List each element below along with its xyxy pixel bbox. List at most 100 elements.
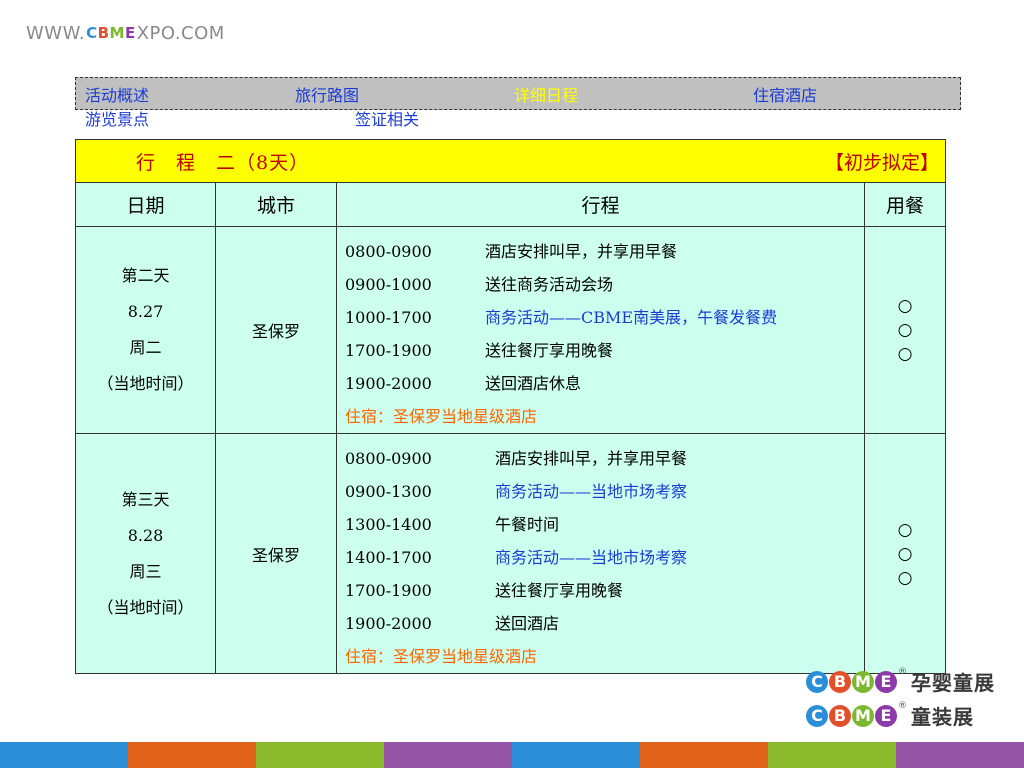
table-row: 第二天 8.27 周二 （当地时间） 圣保罗 0800-0900 酒店安排叫早，并… bbox=[75, 226, 947, 434]
schedule-status: 【初步拟定】 bbox=[825, 151, 940, 174]
schedule-title-cell: 行 程 二（8天） 【初步拟定】 bbox=[74, 139, 947, 183]
color-segment bbox=[256, 742, 384, 768]
itinerary-item: 1700-1900 送往餐厅享用晚餐 bbox=[345, 574, 864, 607]
logo-letter-b: B bbox=[829, 704, 851, 727]
header-meals: 用餐 bbox=[863, 182, 947, 227]
item-time: 1700-1900 bbox=[345, 341, 432, 360]
color-segment bbox=[896, 742, 1024, 768]
itinerary-item: 0800-0900 酒店安排叫早，并享用早餐 bbox=[345, 442, 864, 475]
itinerary-cell: 0800-0900 酒店安排叫早，并享用早餐 0900-1300 商务活动——当地市… bbox=[336, 433, 865, 674]
item-activity-highlight: 商务活动——当地市场考察 bbox=[495, 548, 688, 567]
registered-mark: ® bbox=[898, 701, 907, 711]
nav-link-sightseeing[interactable]: 游览景点 bbox=[85, 111, 149, 129]
itinerary-item: 1000-1700 商务活动——CBME南美展，午餐发餐费 bbox=[345, 301, 864, 334]
item-activity: 送往餐厅享用晚餐 bbox=[485, 341, 614, 360]
itinerary-item: 1900-2000 送回酒店休息 bbox=[345, 367, 864, 400]
brand-letter-b: B bbox=[97, 23, 110, 42]
meal-lunch-mark: ○ bbox=[897, 543, 913, 564]
brand-letter-e: E bbox=[124, 23, 136, 42]
color-segment bbox=[128, 742, 256, 768]
day-label: 第二天 bbox=[121, 266, 170, 285]
site-prefix: WWW. bbox=[26, 22, 86, 44]
item-activity-highlight: 商务活动——CBME南美展，午餐发餐费 bbox=[485, 308, 778, 327]
brand-letter-m: M bbox=[109, 23, 125, 42]
hotel-info: 住宿：圣保罗当地星级酒店 bbox=[345, 407, 538, 426]
nav-link-route-map[interactable]: 旅行路图 bbox=[295, 87, 359, 105]
weekday-label: 周二 bbox=[129, 338, 162, 357]
schedule-title-row: 行 程 二（8天） 【初步拟定】 bbox=[74, 139, 947, 183]
meal-breakfast-mark: ○ bbox=[897, 296, 913, 316]
city-cell: 圣保罗 bbox=[215, 226, 337, 434]
itinerary-item: 0900-1000 送往商务活动会场 bbox=[345, 268, 864, 301]
nav-link-overview[interactable]: 活动概述 bbox=[85, 87, 149, 105]
logo-letter-m: M bbox=[852, 670, 874, 693]
item-time: 1300-1400 bbox=[345, 515, 432, 534]
meal-lunch-mark: ○ bbox=[897, 320, 913, 340]
color-segment bbox=[768, 742, 896, 768]
logo-letter-m: M bbox=[852, 704, 874, 727]
weekday-label: 周三 bbox=[129, 561, 162, 581]
meals-cell: ○ ○ ○ bbox=[863, 226, 947, 434]
date-cell: 第三天 8.28 周三 （当地时间） bbox=[75, 433, 216, 674]
meal-breakfast-mark: ○ bbox=[897, 519, 913, 540]
city-cell: 圣保罗 bbox=[215, 433, 337, 674]
logo-letter-b: B bbox=[829, 670, 851, 693]
itinerary-item: 1700-1900 送往餐厅享用晚餐 bbox=[345, 334, 864, 367]
table-header-row: 日期 城市 行程 用餐 bbox=[75, 182, 947, 227]
item-activity: 酒店安排叫早，并享用早餐 bbox=[495, 449, 688, 468]
header-date: 日期 bbox=[75, 182, 216, 227]
item-activity-highlight: 商务活动——当地市场考察 bbox=[495, 482, 688, 501]
brand-letter-c: C bbox=[86, 23, 98, 42]
table-row: 第三天 8.28 周三 （当地时间） 圣保罗 0800-0900 酒店安排叫早，并… bbox=[75, 433, 947, 674]
item-activity: 送回酒店休息 bbox=[485, 374, 582, 393]
item-time: 1400-1700 bbox=[345, 548, 432, 567]
item-time: 1900-2000 bbox=[345, 374, 432, 393]
item-activity: 午餐时间 bbox=[495, 515, 560, 534]
item-time: 0800-0900 bbox=[345, 242, 432, 261]
meal-dinner-mark: ○ bbox=[897, 344, 913, 364]
nav-link-visa[interactable]: 签证相关 bbox=[355, 111, 419, 129]
item-time: 1900-2000 bbox=[345, 614, 432, 633]
date-label: 8.28 bbox=[127, 525, 164, 545]
nav-bar: 活动概述 旅行路图 详细日程 住宿酒店 游览景点 签证相关 bbox=[75, 77, 961, 129]
color-segment bbox=[640, 742, 768, 768]
itinerary-cell: 0800-0900 酒店安排叫早，并享用早餐 0900-1000 送往商务活动会场 … bbox=[336, 226, 865, 434]
header-itinerary: 行程 bbox=[336, 182, 865, 227]
schedule-title: 行 程 二（8天） bbox=[136, 151, 310, 174]
color-segment bbox=[0, 742, 128, 768]
cbme-logo-kids-fashion: C B M E ® 童装展 bbox=[806, 701, 974, 730]
itinerary-item: 1300-1400 午餐时间 bbox=[345, 508, 864, 541]
footer-color-bar bbox=[0, 742, 1024, 768]
logo-letter-c: C bbox=[806, 670, 828, 693]
color-segment bbox=[512, 742, 640, 768]
date-label: 8.27 bbox=[127, 302, 164, 321]
nav-link-hotels[interactable]: 住宿酒店 bbox=[753, 87, 817, 105]
day-label: 第三天 bbox=[121, 489, 170, 509]
logo-letter-e: E bbox=[875, 670, 897, 693]
item-time: 0900-1300 bbox=[345, 482, 432, 501]
item-time: 0900-1000 bbox=[345, 275, 432, 294]
nav-link-detailed-schedule[interactable]: 详细日程 bbox=[514, 87, 578, 105]
item-activity: 送往商务活动会场 bbox=[485, 275, 614, 294]
item-time: 1700-1900 bbox=[345, 581, 432, 600]
itinerary-item: 0800-0900 酒店安排叫早，并享用早餐 bbox=[345, 235, 864, 268]
meals-cell: ○ ○ ○ bbox=[863, 433, 947, 674]
timezone-note: （当地时间） bbox=[97, 374, 194, 393]
logo-letter-e: E bbox=[875, 704, 897, 727]
itinerary-item: 1900-2000 送回酒店 bbox=[345, 607, 864, 640]
date-cell: 第二天 8.27 周二 （当地时间） bbox=[75, 226, 216, 434]
item-activity: 送往餐厅享用晚餐 bbox=[495, 581, 624, 600]
site-logo: WWW. C B M E XPO.COM bbox=[26, 22, 225, 44]
meal-dinner-mark: ○ bbox=[897, 567, 913, 588]
hotel-info: 住宿：圣保罗当地星级酒店 bbox=[345, 647, 538, 666]
logo-letter-c: C bbox=[806, 704, 828, 727]
registered-mark: ® bbox=[898, 667, 907, 677]
item-activity: 酒店安排叫早，并享用早餐 bbox=[485, 242, 678, 261]
item-activity: 送回酒店 bbox=[495, 614, 560, 633]
itinerary-item: 1400-1700 商务活动——当地市场考察 bbox=[345, 541, 864, 574]
cbme-logo-baby-expo: C B M E ® 孕婴童展 bbox=[806, 667, 995, 696]
color-segment bbox=[384, 742, 512, 768]
logo-label: 童装展 bbox=[911, 705, 974, 729]
site-suffix: XPO.COM bbox=[136, 22, 225, 44]
item-time: 0800-0900 bbox=[345, 449, 432, 468]
